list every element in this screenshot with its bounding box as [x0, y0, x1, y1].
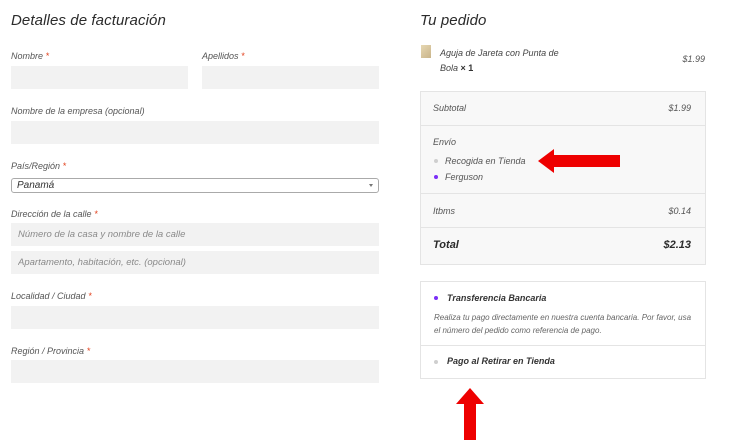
first-name-field[interactable] [11, 66, 188, 89]
last-name-input[interactable] [202, 66, 379, 89]
shipping-label: Envío [433, 137, 457, 147]
region-input[interactable] [11, 360, 379, 383]
company-field[interactable] [11, 121, 379, 144]
last-name-label: Apellidos * [202, 51, 245, 61]
divider [420, 125, 706, 126]
address2-field[interactable] [11, 251, 379, 274]
total-label: Total [433, 239, 459, 251]
address-label-text: Dirección de la calle [11, 209, 92, 219]
product-name: Aguja de Jareta con Punta de Bola × 1 [440, 46, 570, 75]
company-label: Nombre de la empresa (opcional) [11, 106, 145, 116]
order-title: Tu pedido [420, 12, 487, 29]
company-input[interactable] [11, 121, 379, 144]
first-name-input[interactable] [11, 66, 188, 89]
total-value: $2.13 [663, 239, 691, 251]
radio-pay-in-store[interactable] [434, 360, 438, 364]
chevron-down-icon [369, 184, 373, 187]
city-label: Localidad / Ciudad * [11, 291, 92, 301]
region-label: Región / Provincia * [11, 346, 90, 356]
bank-transfer-description: Realiza tu pago directamente en nuestra … [434, 313, 692, 335]
radio-recogida[interactable] [434, 159, 438, 163]
region-field[interactable] [11, 360, 379, 383]
required-mark: * [94, 209, 98, 219]
country-select-value: Panamá [17, 180, 55, 191]
billing-title: Detalles de facturación [11, 12, 166, 29]
shipping-option-ferguson[interactable]: Ferguson [445, 172, 483, 182]
tax-label: Itbms [433, 206, 456, 216]
divider [420, 227, 706, 228]
subtotal-label: Subtotal [433, 103, 467, 113]
address1-input[interactable] [11, 223, 379, 246]
required-mark: * [86, 346, 91, 356]
city-input[interactable] [11, 306, 379, 329]
city-field[interactable] [11, 306, 379, 329]
payment-bank-transfer-label[interactable]: Transferencia Bancaria [447, 293, 546, 303]
arrow-up-annotation [456, 388, 484, 440]
product-qty: × 1 [460, 62, 474, 73]
first-name-label-text: Nombre [11, 51, 44, 61]
payment-pay-in-store-label[interactable]: Pago al Retirar en Tienda [447, 356, 555, 366]
divider [420, 193, 706, 194]
required-mark: * [241, 51, 245, 61]
product-thumbnail [421, 45, 431, 58]
product-price: $1.99 [682, 54, 705, 64]
subtotal-value: $1.99 [668, 103, 691, 113]
arrow-left-annotation [538, 149, 620, 173]
address2-input[interactable] [11, 251, 379, 274]
divider [420, 345, 706, 346]
last-name-label-text: Apellidos [202, 51, 239, 61]
radio-bank-transfer[interactable] [434, 296, 438, 300]
first-name-label: Nombre * [11, 51, 49, 61]
country-label: País/Región * [11, 161, 66, 171]
radio-ferguson[interactable] [434, 175, 438, 179]
address1-field[interactable] [11, 223, 379, 246]
required-mark: * [88, 291, 92, 301]
city-label-text: Localidad / Ciudad [11, 291, 86, 301]
required-mark: * [62, 161, 67, 171]
address-label: Dirección de la calle * [11, 209, 98, 219]
last-name-field[interactable] [202, 66, 379, 89]
shipping-option-recogida[interactable]: Recogida en Tienda [445, 156, 525, 166]
tax-value: $0.14 [668, 206, 691, 216]
country-select[interactable]: Panamá [11, 178, 379, 193]
region-label-text: Región / Provincia [11, 346, 85, 356]
required-mark: * [45, 51, 50, 61]
product-name-text: Aguja de Jareta con Punta de Bola [440, 48, 559, 73]
country-label-text: País/Región [11, 161, 61, 171]
